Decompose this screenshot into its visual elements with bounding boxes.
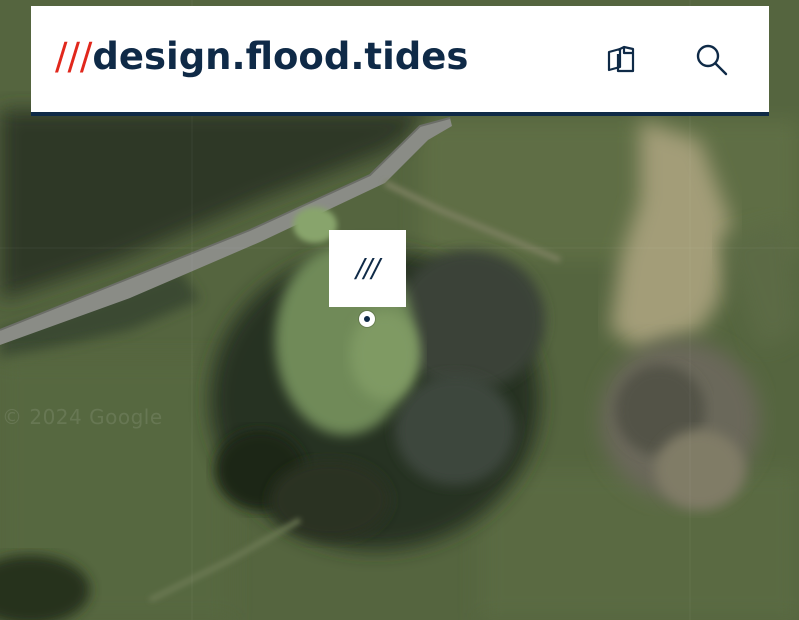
what3words-address[interactable]: ///design.flood.tides [55,30,468,84]
top-bar: ///design.flood.tides [31,6,769,116]
search-icon [696,44,728,76]
map-view[interactable]: © 2024 Google ///design.flood.tides /// [0,0,799,620]
address-words: design.flood.tides [92,35,469,78]
copy-icon [607,45,635,73]
search-button[interactable] [691,39,733,81]
address-slashes: /// [55,35,93,78]
map-watermark: © 2024 Google [2,405,163,429]
location-marker-label[interactable]: /// [329,230,406,307]
location-pin-dot [359,311,375,327]
copy-button[interactable] [600,39,642,81]
